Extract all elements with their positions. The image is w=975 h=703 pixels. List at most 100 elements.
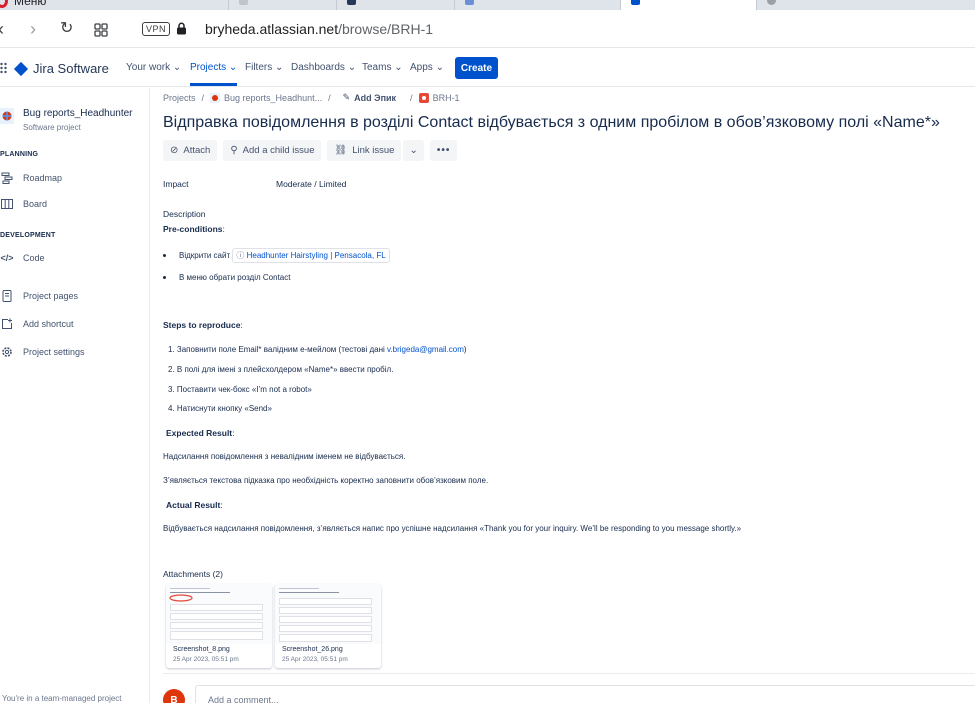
nav-apps-label: Apps <box>410 62 433 73</box>
sidebar-item-project-pages[interactable]: Project pages <box>0 286 150 306</box>
jira-diamond-icon <box>13 61 29 76</box>
add-child-issue-button[interactable]: ⚲ Add a child issue <box>223 140 322 161</box>
more-actions-button[interactable]: ••• <box>429 140 458 161</box>
sidebar-item-label: Add shortcut <box>23 319 74 329</box>
nav-your-work[interactable]: Your work ⌄ <box>126 62 181 73</box>
board-icon <box>0 197 14 211</box>
preconditions-label: Pre-conditions <box>163 224 223 234</box>
sidebar-item-code[interactable]: </> Code <box>0 248 150 268</box>
app-switcher-icon[interactable] <box>0 62 9 74</box>
forward-icon[interactable]: › <box>30 19 36 39</box>
expected-heading: Expected Result: <box>166 428 235 438</box>
pages-icon <box>0 289 14 303</box>
avatar[interactable]: В <box>163 689 185 703</box>
url-domain: bryheda.atlassian.net <box>205 21 339 37</box>
development-heading: DEVELOPMENT <box>0 232 56 239</box>
globe-icon: ⓘ <box>236 251 245 260</box>
precondition-text: Відкрити сайт <box>179 251 231 260</box>
browser-tab[interactable] <box>336 0 454 10</box>
bug-icon <box>418 92 429 103</box>
nav-projects-label: Projects <box>190 62 227 73</box>
project-type: Software project <box>23 123 81 132</box>
sidebar-item-roadmap[interactable]: Roadmap <box>0 168 150 188</box>
impact-value[interactable]: Moderate / Limited <box>276 179 346 189</box>
back-icon[interactable]: ‹ <box>0 19 4 39</box>
browser-tab[interactable] <box>756 0 896 10</box>
nav-projects[interactable]: Projects ⌄ <box>190 62 238 86</box>
site-link[interactable]: ⓘ Headhunter Hairstyling | Pensacola, FL <box>232 248 390 263</box>
step-item: 3. Поставити чек-бокс «I’m not a robot» <box>168 385 312 394</box>
attach-label: Attach <box>183 145 211 156</box>
nav-dashboards[interactable]: Dashboards ⌄ <box>291 62 356 73</box>
tabs-grid-icon[interactable] <box>94 23 108 37</box>
step-text: 1. Заповнити поле Email* валідним е-мейл… <box>168 345 388 354</box>
attachment-date: 25 Apr 2023, 05:51 pm <box>282 656 348 663</box>
sidebar-item-board[interactable]: Board <box>0 194 150 214</box>
impact-label: Impact <box>163 179 189 189</box>
sidebar-item-label: Roadmap <box>23 173 63 183</box>
steps-label: Steps to reproduce <box>163 320 241 330</box>
tab-favicon-icon <box>631 0 640 5</box>
step-text-end: ) <box>463 345 467 354</box>
sidebar-item-label: Code <box>23 253 45 263</box>
link-dropdown-button[interactable]: ⌄ <box>403 140 424 161</box>
lock-icon[interactable] <box>176 22 187 35</box>
nav-apps[interactable]: Apps ⌄ <box>410 62 444 73</box>
browser-tab[interactable] <box>228 0 336 10</box>
precondition-item: Відкрити сайт ⓘ Headhunter Hairstyling |… <box>163 248 390 263</box>
opera-logo-icon[interactable] <box>0 0 8 8</box>
project-name[interactable]: Bug reports_Headhunter <box>23 108 133 119</box>
breadcrumb-add-epic[interactable]: Add Эпик <box>354 93 396 103</box>
create-button[interactable]: Create <box>455 57 498 79</box>
email-link[interactable]: v.brigeda@gmail.com <box>387 345 464 354</box>
breadcrumb: Projects / Bug reports_Headhunt... / ✎ A… <box>163 92 460 103</box>
precondition-text: В меню обрати розділ Contact <box>179 273 291 282</box>
child-issue-icon: ⚲ <box>230 145 238 156</box>
attachment-name: Screenshot_8.png <box>173 646 230 653</box>
breadcrumb-projects[interactable]: Projects <box>163 93 196 103</box>
attachments-heading: Attachments (2) <box>163 569 223 579</box>
attachment-card[interactable]: Screenshot_26.png 25 Apr 2023, 05:51 pm <box>275 584 381 668</box>
sidebar-item-add-shortcut[interactable]: Add shortcut <box>0 314 150 334</box>
link-issue-button[interactable]: ⛓ Link issue <box>327 140 402 161</box>
breadcrumb-issue-key[interactable]: BRH-1 <box>433 93 460 103</box>
jira-top-nav: Jira Software Your work ⌄ Projects ⌄ Fil… <box>0 49 975 87</box>
reload-icon[interactable]: ↻ <box>60 19 73 39</box>
sidebar-item-project-settings[interactable]: Project settings <box>0 342 150 362</box>
add-child-label: Add a child issue <box>242 145 315 156</box>
comment-input[interactable]: Add a comment... <box>195 685 975 703</box>
url-field[interactable]: bryheda.atlassian.net/browse/BRH-1 <box>205 21 433 37</box>
browser-tab-active[interactable] <box>620 0 756 10</box>
project-mini-icon <box>210 92 221 103</box>
attach-button[interactable]: ⊘ Attach <box>163 140 218 161</box>
project-avatar-icon[interactable] <box>0 108 14 124</box>
breadcrumb-project[interactable]: Bug reports_Headhunt... <box>224 93 322 103</box>
issue-title[interactable]: Відправка повідомлення в розділі Contact… <box>163 114 940 132</box>
project-sidebar: Bug reports_Headhunter Software project … <box>0 88 150 703</box>
jira-logo[interactable]: Jira Software <box>13 61 109 76</box>
attachment-name: Screenshot_26.png <box>282 646 343 653</box>
preconditions-heading: Pre-conditions: <box>163 224 225 234</box>
issue-actions: ⊘ Attach ⚲ Add a child issue ⛓ Link issu… <box>163 140 458 161</box>
nav-filters[interactable]: Filters ⌄ <box>245 62 283 73</box>
link-issue-label: Link issue <box>352 145 395 156</box>
tab-favicon-icon <box>347 0 356 5</box>
url-path: /browse/BRH-1 <box>338 21 434 37</box>
steps-heading: Steps to reproduce: <box>163 320 243 330</box>
add-shortcut-icon <box>0 317 14 331</box>
roadmap-icon <box>0 171 14 185</box>
more-icon: ••• <box>436 145 451 156</box>
link-icon: ⛓ <box>334 145 348 156</box>
sidebar-item-label: Project settings <box>23 347 85 357</box>
nav-your-work-label: Your work <box>126 62 171 73</box>
step-item: 4. Натиснути кнопку «Send» <box>168 404 272 413</box>
attachment-card[interactable]: Screenshot_8.png 25 Apr 2023, 05:51 pm <box>166 584 272 668</box>
vpn-badge[interactable]: VPN <box>142 22 171 36</box>
expected-text: Надсилання повідомлення з невалідним іме… <box>163 452 406 461</box>
chevron-down-icon: ⌄ <box>409 145 418 156</box>
browser-menu-label[interactable]: Меню <box>14 0 46 8</box>
browser-tab-strip: Меню <box>0 0 975 10</box>
nav-teams[interactable]: Teams ⌄ <box>362 62 403 73</box>
tab-favicon-icon <box>239 0 248 5</box>
browser-tab[interactable] <box>454 0 620 10</box>
